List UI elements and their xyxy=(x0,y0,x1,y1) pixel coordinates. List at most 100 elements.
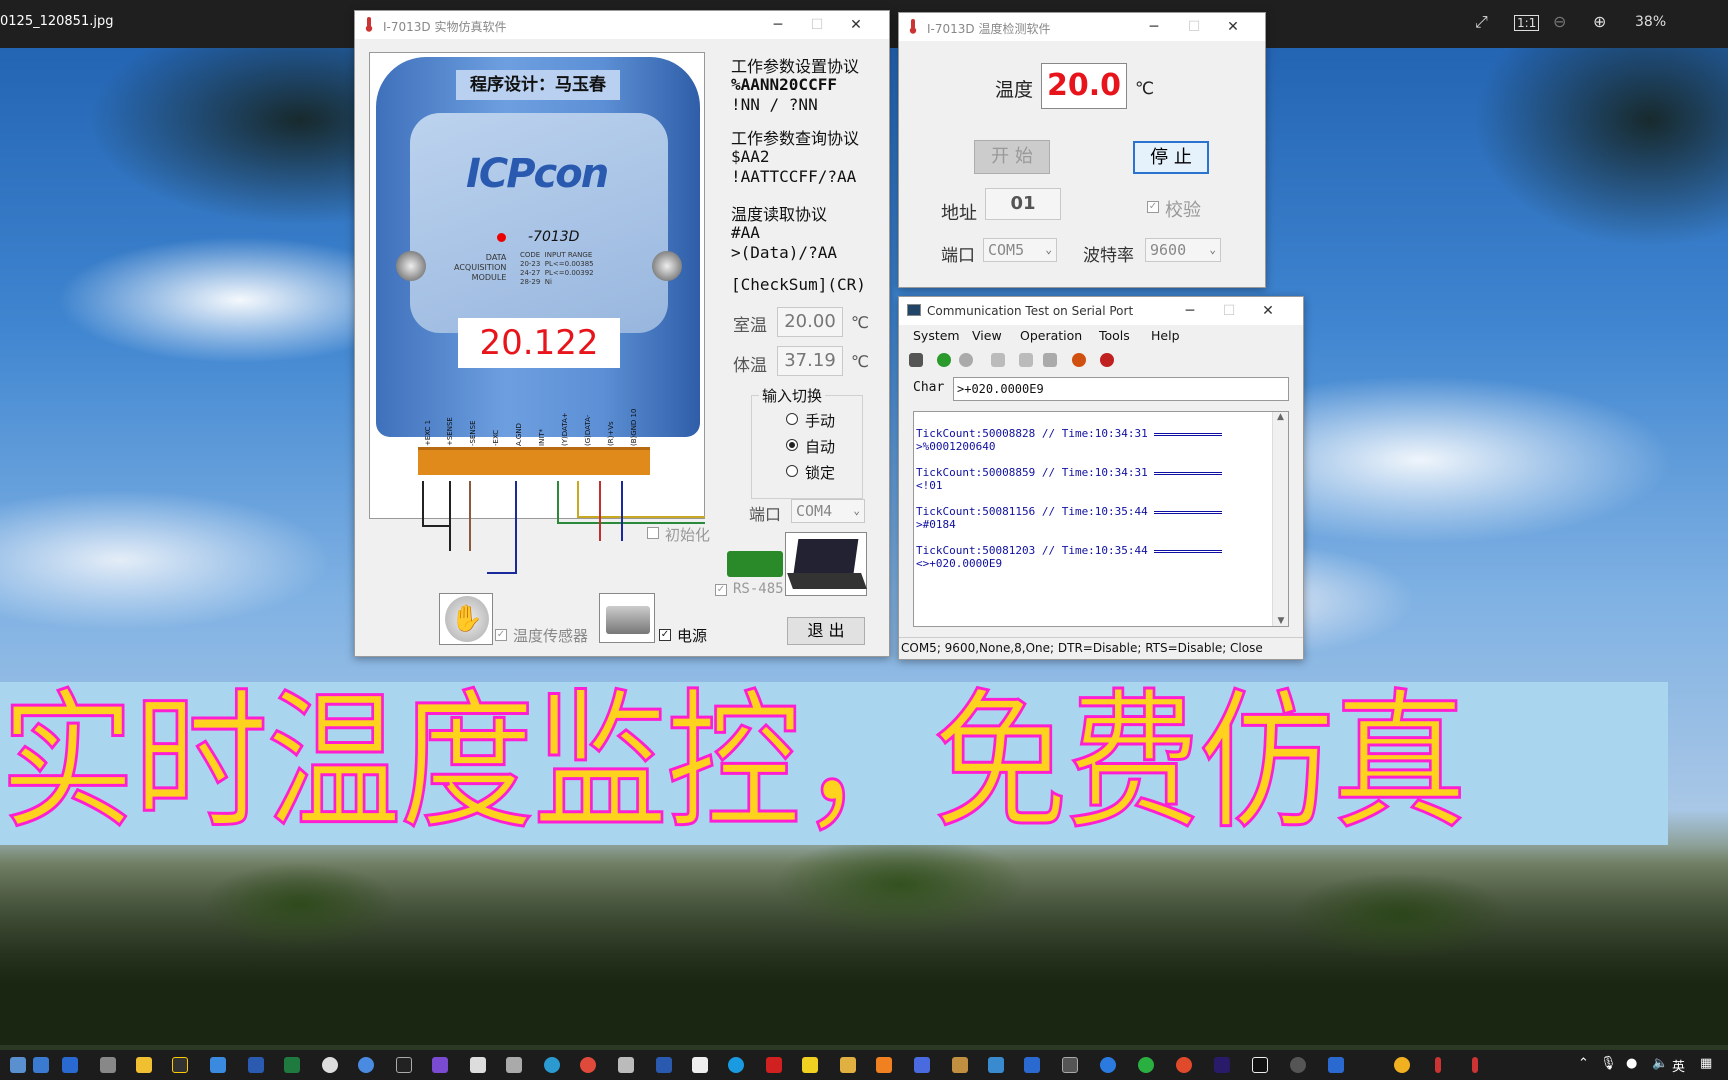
char-input[interactable]: >+020.0000E9 xyxy=(953,377,1289,401)
taskbar-app-icon[interactable] xyxy=(952,1057,968,1073)
body-temp-field[interactable]: 37.19 xyxy=(777,346,843,376)
taskbar-app-icon[interactable] xyxy=(506,1057,522,1073)
volume-icon[interactable]: 🔈 xyxy=(1652,1056,1668,1071)
menu-view[interactable]: View xyxy=(972,328,1002,343)
addr-field[interactable]: 01 xyxy=(985,188,1061,220)
power-supply[interactable] xyxy=(599,593,655,643)
close-button[interactable]: ✕ xyxy=(1222,16,1244,38)
taskbar-app-icon[interactable] xyxy=(914,1057,930,1073)
menu-bar: System View Operation Tools Help xyxy=(899,325,1303,347)
start-button[interactable]: 开 始 xyxy=(974,140,1050,174)
manual-radio[interactable] xyxy=(786,413,798,425)
taskbar-app-icon[interactable] xyxy=(172,1057,188,1073)
verify-checkbox[interactable]: ✓ xyxy=(1147,201,1159,213)
taskbar-app-icon[interactable] xyxy=(100,1057,116,1073)
screw-left-icon xyxy=(396,251,426,281)
vlc-icon[interactable] xyxy=(876,1057,892,1073)
auto-radio[interactable] xyxy=(786,439,798,451)
taskbar-app-icon[interactable] xyxy=(10,1057,26,1073)
tray-expand-icon[interactable]: ⌃ xyxy=(1578,1056,1589,1071)
tool-receive-icon[interactable] xyxy=(1019,353,1033,367)
maximize-button[interactable]: ☐ xyxy=(1183,16,1205,38)
taskbar-app-icon[interactable] xyxy=(656,1057,672,1073)
terminal-icon[interactable] xyxy=(396,1057,412,1073)
menu-operation[interactable]: Operation xyxy=(1020,328,1082,343)
taskbar-app-icon[interactable] xyxy=(988,1057,1004,1073)
maximize-button[interactable]: ☐ xyxy=(806,14,828,36)
temperature-sensor[interactable]: ✋ xyxy=(439,593,493,645)
zoom-out-icon[interactable]: ⊖ xyxy=(1553,12,1566,31)
taskbar-app-icon[interactable] xyxy=(62,1057,78,1073)
fullscreen-icon[interactable]: ⤢ xyxy=(1475,12,1488,32)
taskbar-app-icon[interactable] xyxy=(470,1057,486,1073)
menu-system[interactable]: System xyxy=(913,328,960,343)
tool-refresh-icon[interactable] xyxy=(1072,353,1086,367)
taskbar-app-icon[interactable] xyxy=(802,1057,818,1073)
device-logo: ICPcon xyxy=(466,151,609,197)
taskbar-app-icon[interactable] xyxy=(33,1057,49,1073)
taskbar-app-icon[interactable] xyxy=(1062,1057,1078,1073)
word-icon[interactable] xyxy=(248,1057,264,1073)
taskbar-app-icon[interactable] xyxy=(322,1057,338,1073)
chrome-icon[interactable] xyxy=(580,1057,596,1073)
taskbar-app-icon[interactable] xyxy=(136,1057,152,1073)
stop-button[interactable]: 停 止 xyxy=(1133,141,1209,174)
log-scrollbar[interactable]: ▲ ▼ xyxy=(1272,412,1288,626)
tray-app-icon[interactable]: ● xyxy=(1626,1056,1637,1071)
minimize-button[interactable]: ─ xyxy=(1179,300,1201,322)
taskbar-app-icon[interactable] xyxy=(1290,1057,1306,1073)
taskbar-app-icon[interactable] xyxy=(1176,1057,1192,1073)
menu-help[interactable]: Help xyxy=(1151,328,1180,343)
tool-check-icon[interactable] xyxy=(937,353,951,367)
thermometer-icon[interactable] xyxy=(1472,1057,1478,1073)
rs485-checkbox[interactable]: ✓ xyxy=(715,584,727,596)
folder-icon[interactable] xyxy=(840,1057,856,1073)
close-button[interactable]: ✕ xyxy=(1257,300,1279,322)
lock-radio[interactable] xyxy=(786,465,798,477)
edge-icon[interactable] xyxy=(544,1057,560,1073)
laptop[interactable] xyxy=(785,532,867,596)
baud-select[interactable]: 9600 ⌄ xyxy=(1145,238,1221,262)
port-select[interactable]: COM5 ⌄ xyxy=(983,238,1057,262)
simulation-window: I-7013D 实物仿真软件 ─ ☐ ✕ 程序设计：马玉春 ICPcon -70… xyxy=(354,10,890,657)
tool-print-icon[interactable] xyxy=(1043,353,1057,367)
screw-right-icon xyxy=(652,251,682,281)
keyboard-grid-icon[interactable]: ▦ xyxy=(1700,1056,1712,1071)
port-select[interactable]: COM4 ⌄ xyxy=(791,499,865,523)
init-checkbox[interactable] xyxy=(647,527,659,539)
actual-size-icon[interactable]: 1:1 xyxy=(1514,15,1540,31)
taskbar-app-icon[interactable] xyxy=(692,1057,708,1073)
tool-disabled-icon[interactable] xyxy=(959,353,973,367)
taskbar-app-icon[interactable] xyxy=(1252,1057,1268,1073)
thermometer-icon[interactable] xyxy=(1435,1057,1441,1073)
room-temp-field[interactable]: 20.00 xyxy=(777,307,843,337)
exit-button[interactable]: 退 出 xyxy=(787,617,865,645)
input-language[interactable]: 英 xyxy=(1672,1056,1685,1075)
pdf-icon[interactable] xyxy=(766,1057,782,1073)
close-button[interactable]: ✕ xyxy=(845,14,867,36)
mic-icon[interactable]: 🎙 xyxy=(1600,1056,1617,1071)
excel-icon[interactable] xyxy=(284,1057,300,1073)
minimize-button[interactable]: ─ xyxy=(767,14,789,36)
taskbar-app-icon[interactable] xyxy=(618,1057,634,1073)
power-checkbox[interactable]: ✓ xyxy=(659,629,671,641)
wechat-icon[interactable] xyxy=(1138,1057,1154,1073)
taskbar-app-icon[interactable] xyxy=(1328,1057,1344,1073)
log-entry: TickCount:50008828 // Time:10:34:31 >%00… xyxy=(916,427,1256,453)
minimize-button[interactable]: ─ xyxy=(1143,16,1165,38)
taskbar-app-icon[interactable] xyxy=(210,1057,226,1073)
sensor-checkbox[interactable]: ✓ xyxy=(495,629,507,641)
taskbar-app-icon[interactable] xyxy=(728,1057,744,1073)
tool-connect-icon[interactable] xyxy=(909,353,923,367)
taskbar-app-icon[interactable] xyxy=(1100,1057,1116,1073)
menu-tools[interactable]: Tools xyxy=(1099,328,1130,343)
taskbar-app-icon[interactable] xyxy=(358,1057,374,1073)
visual-studio-icon[interactable] xyxy=(432,1057,448,1073)
taskbar-app-icon[interactable] xyxy=(1394,1057,1410,1073)
tool-send-icon[interactable] xyxy=(991,353,1005,367)
taskbar-app-icon[interactable] xyxy=(1024,1057,1040,1073)
maximize-button[interactable]: ☐ xyxy=(1218,300,1240,322)
zoom-in-icon[interactable]: ⊕ xyxy=(1593,12,1606,31)
premiere-icon[interactable] xyxy=(1214,1057,1230,1073)
tool-stop-icon[interactable] xyxy=(1100,353,1114,367)
